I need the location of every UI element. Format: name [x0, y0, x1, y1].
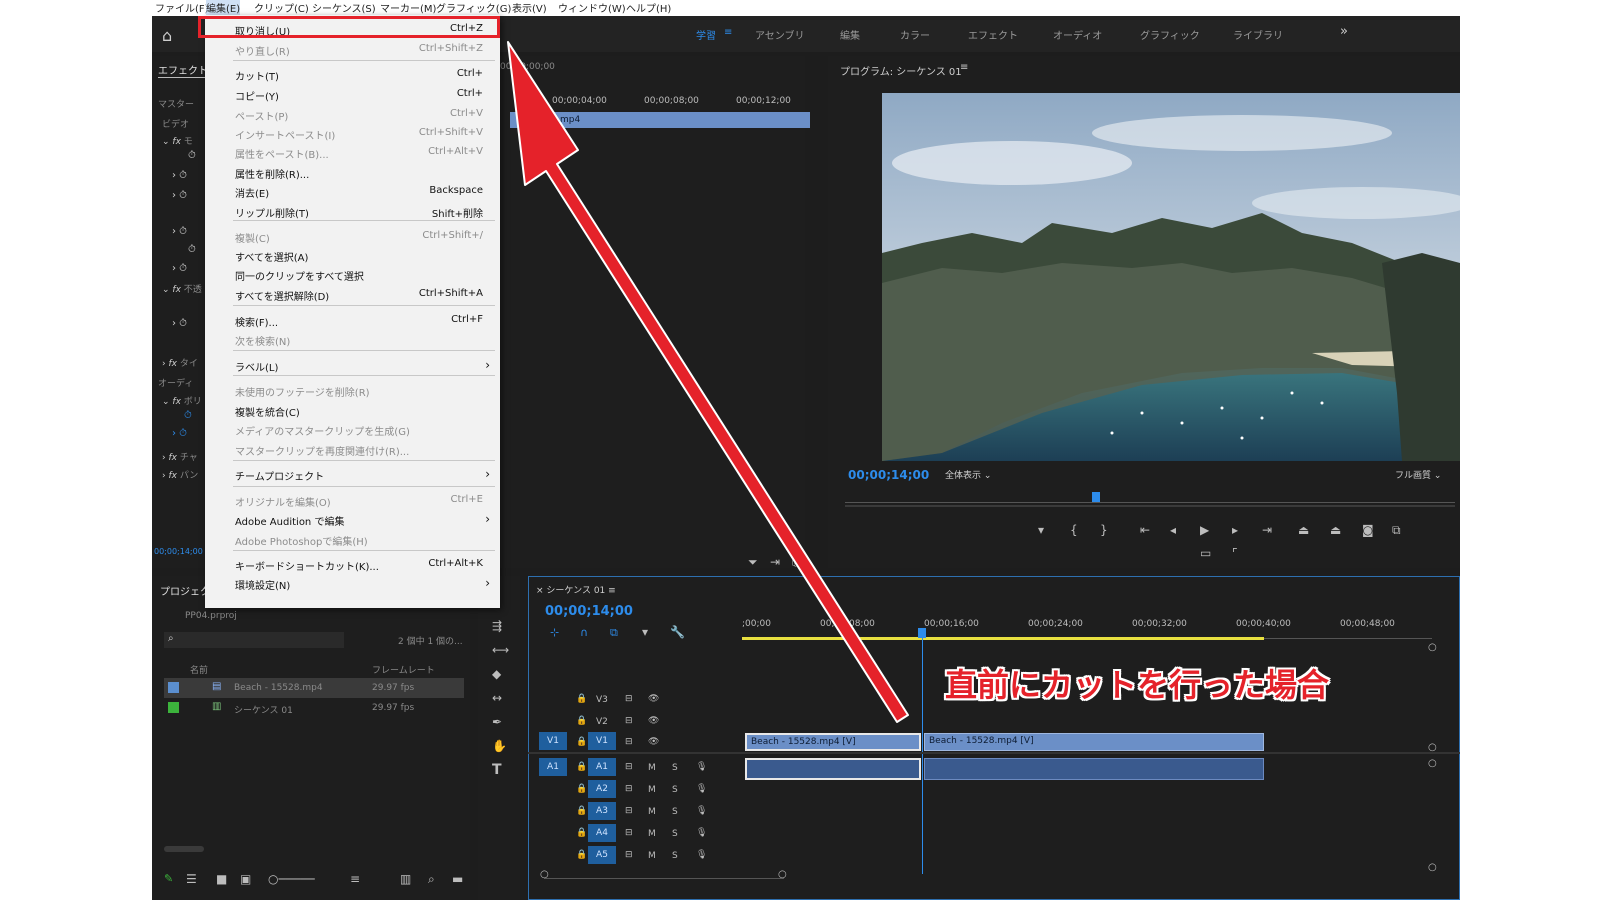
red-arrow [507, 41, 909, 723]
annotation-caption: 直前にカットを行った場合 [945, 666, 1330, 704]
